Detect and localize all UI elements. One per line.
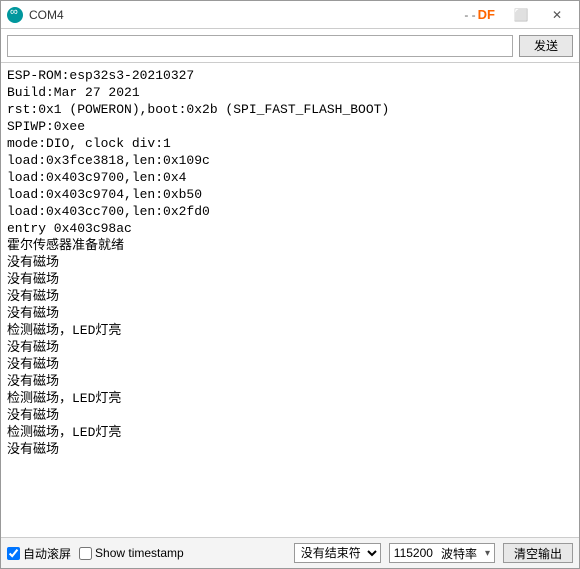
arduino-icon bbox=[7, 7, 23, 23]
timestamp-text: Show timestamp bbox=[95, 546, 184, 560]
clear-output-button[interactable]: 清空输出 bbox=[503, 543, 573, 563]
serial-monitor-window: COM4 - - DF ⬜ ✕ 发送 ESP-ROM:esp32s3-20210… bbox=[0, 0, 580, 569]
maximize-icon: ⬜ bbox=[514, 8, 529, 22]
timestamp-checkbox[interactable] bbox=[79, 547, 92, 560]
timestamp-label[interactable]: Show timestamp bbox=[79, 546, 184, 560]
console-output[interactable]: ESP-ROM:esp32s3-20210327 Build:Mar 27 20… bbox=[1, 63, 579, 538]
close-icon: ✕ bbox=[552, 8, 562, 22]
autoscroll-checkbox[interactable] bbox=[7, 547, 20, 560]
send-input[interactable] bbox=[7, 35, 513, 57]
brand-label: DF bbox=[478, 7, 495, 22]
brand-dash: - - bbox=[464, 8, 475, 22]
baud-label: 波特率 bbox=[437, 545, 481, 562]
send-button[interactable]: 发送 bbox=[519, 35, 573, 57]
titlebar: COM4 - - DF ⬜ ✕ bbox=[1, 1, 579, 29]
close-button[interactable]: ✕ bbox=[539, 3, 575, 27]
send-bar: 发送 bbox=[1, 29, 579, 63]
autoscroll-text: 自动滚屏 bbox=[23, 545, 71, 562]
footer-bar: 自动滚屏 Show timestamp 没有结束符 115200 波特率 ▾ 清… bbox=[1, 538, 579, 568]
window-title: COM4 bbox=[29, 8, 464, 22]
baud-selector[interactable]: 115200 波特率 ▾ bbox=[389, 543, 495, 563]
baud-value: 115200 bbox=[390, 546, 437, 560]
autoscroll-label[interactable]: 自动滚屏 bbox=[7, 545, 71, 562]
line-ending-select[interactable]: 没有结束符 bbox=[294, 543, 381, 563]
chevron-down-icon[interactable]: ▾ bbox=[481, 548, 494, 559]
maximize-button[interactable]: ⬜ bbox=[503, 3, 539, 27]
